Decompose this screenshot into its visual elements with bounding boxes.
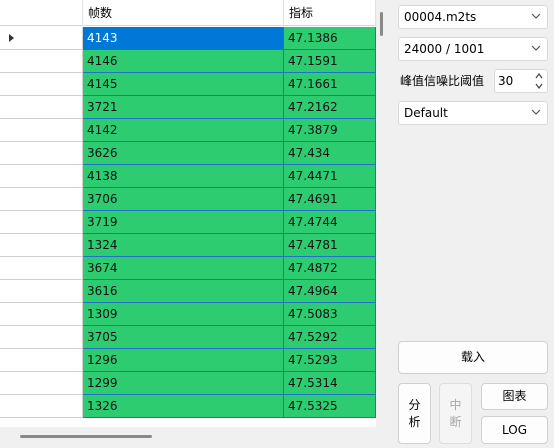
metric-cell[interactable]: 47.4471 [284, 165, 376, 188]
metric-cell[interactable]: 47.4781 [284, 234, 376, 257]
row-header-cell[interactable] [0, 188, 83, 211]
row-header-cell[interactable] [0, 165, 83, 188]
row-header-cell[interactable] [0, 349, 83, 372]
preset-select-value: Default [404, 106, 448, 120]
table-row[interactable]: 3721 47.2162 [0, 96, 376, 119]
frame-cell[interactable]: 3719 [83, 211, 284, 234]
row-header-cell[interactable] [0, 395, 83, 418]
metric-cell[interactable]: 47.4964 [284, 280, 376, 303]
grid-body: 4143 47.1386 4146 47.1591 4145 47.1661 3721 47.… [0, 27, 376, 427]
metric-cell[interactable]: 47.434 [284, 142, 376, 165]
table-row[interactable]: 3674 47.4872 [0, 257, 376, 280]
abort-button[interactable]: 中断 [439, 383, 472, 444]
row-header-cell[interactable] [0, 372, 83, 395]
preset-select[interactable]: Default [398, 101, 548, 125]
chevron-down-icon [531, 109, 541, 115]
metric-cell[interactable]: 47.5083 [284, 303, 376, 326]
file-select[interactable]: 00004.m2ts [398, 5, 548, 29]
metric-cell[interactable]: 47.5293 [284, 349, 376, 372]
data-grid[interactable]: 帧数 指标 4143 47.1386 4146 47.1591 4145 47.1661 3… [0, 0, 376, 427]
frame-cell[interactable]: 3706 [83, 188, 284, 211]
row-header-cell[interactable] [0, 50, 83, 73]
table-row[interactable]: 4143 47.1386 [0, 27, 376, 50]
threshold-spinbox[interactable]: 30 [494, 69, 548, 93]
threshold-label: 峰值信噪比阈值 [400, 74, 485, 88]
table-row[interactable]: 3705 47.5292 [0, 326, 376, 349]
metric-cell[interactable]: 47.2162 [284, 96, 376, 119]
metric-cell[interactable]: 47.5292 [284, 326, 376, 349]
row-header-cell[interactable] [0, 303, 83, 326]
metric-cell[interactable]: 47.3879 [284, 119, 376, 142]
row-header-cell[interactable] [0, 142, 83, 165]
metric-cell[interactable]: 47.1591 [284, 50, 376, 73]
frame-cell[interactable]: 4146 [83, 50, 284, 73]
frame-cell[interactable]: 1326 [83, 395, 284, 418]
horizontal-scrollbar-thumb[interactable] [20, 435, 152, 438]
column-header-metric[interactable]: 指标 [284, 0, 376, 26]
table-row[interactable]: 1299 47.5314 [0, 372, 376, 395]
table-row[interactable]: 3626 47.434 [0, 142, 376, 165]
row-header-cell[interactable] [0, 96, 83, 119]
chevron-down-icon [531, 13, 541, 19]
table-row[interactable]: 4146 47.1591 [0, 50, 376, 73]
frame-cell[interactable]: 1324 [83, 234, 284, 257]
framerate-select[interactable]: 24000 / 1001 [398, 37, 548, 61]
row-header-cell[interactable] [0, 73, 83, 96]
frame-cell[interactable]: 3721 [83, 96, 284, 119]
row-header-cell[interactable] [0, 211, 83, 234]
table-row[interactable]: 1324 47.4781 [0, 234, 376, 257]
table-row[interactable]: 4138 47.4471 [0, 165, 376, 188]
frame-cell[interactable]: 1296 [83, 349, 284, 372]
framerate-select-value: 24000 / 1001 [404, 42, 485, 56]
metric-cell[interactable]: 47.5325 [284, 395, 376, 418]
file-select-value: 00004.m2ts [404, 10, 477, 24]
row-header-cell[interactable] [0, 119, 83, 142]
column-header-frame[interactable]: 帧数 [83, 0, 284, 26]
load-button[interactable]: 载入 [398, 341, 548, 374]
grid-header: 帧数 指标 [0, 0, 376, 27]
row-header-cell[interactable] [0, 257, 83, 280]
vertical-scrollbar[interactable] [380, 12, 383, 36]
table-row[interactable]: 3616 47.4964 [0, 280, 376, 303]
frame-cell[interactable]: 4138 [83, 165, 284, 188]
metric-cell[interactable]: 47.4691 [284, 188, 376, 211]
row-header-cell[interactable] [0, 280, 83, 303]
frame-cell[interactable]: 4145 [83, 73, 284, 96]
horizontal-scrollbar-track[interactable] [0, 427, 376, 448]
metric-cell[interactable]: 47.4872 [284, 257, 376, 280]
row-header-cell[interactable] [0, 27, 83, 50]
frame-cell[interactable]: 1299 [83, 372, 284, 395]
table-row[interactable]: 3706 47.4691 [0, 188, 376, 211]
metric-cell[interactable]: 47.4744 [284, 211, 376, 234]
threshold-value[interactable]: 30 [498, 70, 513, 92]
table-row[interactable]: 4142 47.3879 [0, 119, 376, 142]
analyze-button-label: 分析 [408, 398, 421, 429]
frame-cell[interactable]: 4143 [83, 27, 284, 50]
analyze-button[interactable]: 分析 [398, 383, 431, 444]
spin-down-icon[interactable] [533, 81, 545, 91]
abort-button-label: 中断 [449, 398, 462, 429]
chevron-down-icon [531, 45, 541, 51]
log-button[interactable]: LOG [481, 416, 548, 444]
row-header-column[interactable] [0, 0, 83, 26]
frame-cell[interactable]: 1309 [83, 303, 284, 326]
row-header-cell[interactable] [0, 234, 83, 257]
frame-cell[interactable]: 3705 [83, 326, 284, 349]
row-header-cell[interactable] [0, 326, 83, 349]
chart-button[interactable]: 图表 [481, 383, 548, 410]
metric-cell[interactable]: 47.1386 [284, 27, 376, 50]
table-row[interactable]: 3719 47.4744 [0, 211, 376, 234]
metric-cell[interactable]: 47.5314 [284, 372, 376, 395]
table-row[interactable]: 1296 47.5293 [0, 349, 376, 372]
frame-cell[interactable]: 4142 [83, 119, 284, 142]
current-row-pointer-icon [9, 34, 14, 42]
table-row[interactable]: 1326 47.5325 [0, 395, 376, 418]
frame-cell[interactable]: 3674 [83, 257, 284, 280]
metric-cell[interactable]: 47.1661 [284, 73, 376, 96]
frame-cell[interactable]: 3626 [83, 142, 284, 165]
spin-up-icon[interactable] [533, 71, 545, 81]
table-row[interactable]: 4145 47.1661 [0, 73, 376, 96]
table-row[interactable]: 1309 47.5083 [0, 303, 376, 326]
frame-cell[interactable]: 3616 [83, 280, 284, 303]
